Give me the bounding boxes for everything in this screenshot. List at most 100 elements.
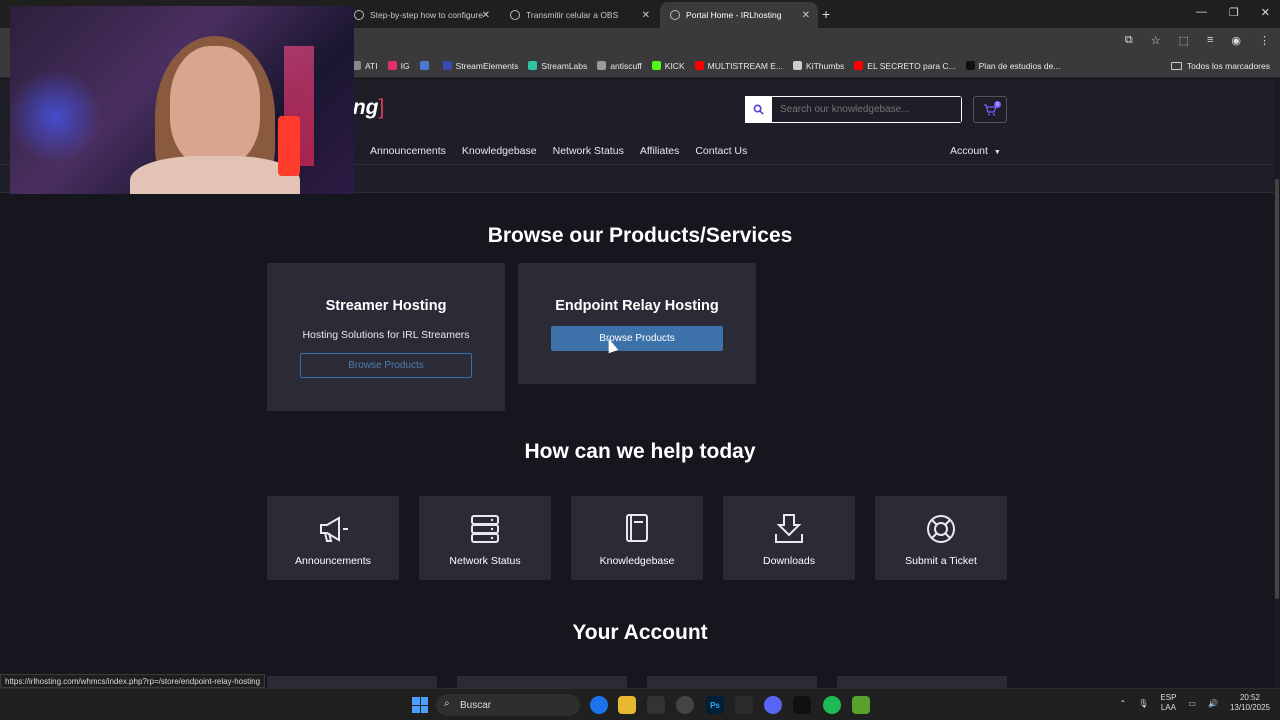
app-icon[interactable] bbox=[793, 696, 811, 714]
webcam-overlay bbox=[10, 6, 354, 194]
all-bookmarks[interactable]: Todos los marcadores bbox=[1170, 61, 1270, 71]
bookmark-favicon-icon bbox=[854, 61, 864, 70]
help-item-announcements[interactable]: Announcements bbox=[267, 496, 399, 580]
tab-label: Transmitir celular a OBS bbox=[526, 10, 619, 20]
bookmark-item[interactable]: Plan de estudios de... bbox=[965, 61, 1060, 71]
language-indicator[interactable]: ESP LAA bbox=[1160, 693, 1176, 713]
obs-icon[interactable] bbox=[676, 696, 694, 714]
bookmark-favicon-icon bbox=[965, 61, 975, 70]
help-item-label: Downloads bbox=[763, 555, 815, 567]
bookmark-item[interactable]: StreamElements bbox=[442, 60, 519, 71]
chevron-up-icon[interactable]: ⌃ bbox=[1120, 699, 1127, 708]
tab-favicon-icon bbox=[510, 10, 520, 20]
product-card-title: Streamer Hosting bbox=[325, 298, 447, 314]
app-icon[interactable] bbox=[647, 696, 665, 714]
search-input[interactable] bbox=[772, 97, 961, 122]
help-item-submit-ticket[interactable]: Submit a Ticket bbox=[875, 496, 1007, 580]
bookmark-star-icon[interactable]: ☆ bbox=[1151, 34, 1161, 47]
tab-label: Portal Home - IRLhosting bbox=[686, 10, 782, 20]
bookmark-item[interactable]: ATI bbox=[352, 61, 378, 71]
bookmark-favicon-icon bbox=[528, 61, 538, 70]
tab-close-icon[interactable]: ✕ bbox=[482, 10, 490, 21]
bookmark-item[interactable]: KICK bbox=[651, 60, 685, 71]
menu-icon[interactable]: ⋮ bbox=[1259, 34, 1270, 47]
taskbar-search-label: Buscar bbox=[460, 699, 492, 711]
server-icon bbox=[471, 515, 499, 543]
help-item-label: Knowledgebase bbox=[599, 555, 675, 567]
cart-button[interactable]: 0 bbox=[973, 96, 1007, 123]
browser-tab[interactable]: Transmitir celular a OBS ✕ bbox=[500, 2, 658, 28]
browser-tab-active[interactable]: Portal Home - IRLhosting ✕ bbox=[660, 2, 818, 28]
volume-icon[interactable]: 🔊 bbox=[1208, 699, 1218, 708]
page-scrollbar[interactable] bbox=[1274, 79, 1280, 688]
bookmark-item[interactable]: antiscuff bbox=[597, 61, 642, 71]
help-item-knowledgebase[interactable]: Knowledgebase bbox=[571, 496, 703, 580]
new-tab-icon[interactable]: + bbox=[822, 6, 830, 22]
capcut-icon[interactable] bbox=[735, 696, 753, 714]
product-card-streamer-hosting: Streamer Hosting Hosting Solutions for I… bbox=[267, 263, 505, 411]
microphone-icon[interactable]: 🎙 bbox=[1138, 699, 1148, 708]
bookmark-item[interactable] bbox=[419, 61, 433, 70]
windows-taskbar: ⌕ Buscar Ps ⌃ 🎙 ESP LAA ▭ 🔊 20:52 13/10/… bbox=[0, 688, 1280, 720]
help-item-label: Submit a Ticket bbox=[905, 555, 977, 567]
bookmark-item[interactable]: KiThumbs bbox=[793, 61, 844, 71]
clock[interactable]: 20:52 13/10/2025 bbox=[1230, 693, 1270, 713]
bookmark-label: StreamElements bbox=[455, 60, 519, 71]
microphone-icon bbox=[278, 116, 300, 176]
windows-start-icon[interactable] bbox=[412, 697, 428, 713]
close-window-icon[interactable]: ✕ bbox=[1261, 6, 1270, 19]
minecraft-icon[interactable] bbox=[852, 696, 870, 714]
tab-close-icon[interactable]: ✕ bbox=[802, 10, 810, 21]
system-tray: ⌃ 🎙 ESP LAA ▭ 🔊 20:52 13/10/2025 bbox=[1120, 693, 1270, 713]
photoshop-icon[interactable]: Ps bbox=[706, 696, 724, 714]
extensions-icon[interactable]: ⬚ bbox=[1179, 34, 1189, 47]
bookmark-label: MULTISTREAM E... bbox=[707, 60, 784, 71]
browse-products-button[interactable]: Browse Products bbox=[551, 326, 723, 351]
account-dropdown[interactable]: Account ▼ bbox=[950, 145, 1001, 157]
file-explorer-icon[interactable] bbox=[618, 696, 636, 714]
nav-contact-us[interactable]: Contact Us bbox=[695, 145, 747, 157]
tab-label: Step-by-step how to configure bbox=[370, 10, 483, 20]
restore-icon[interactable]: ❐ bbox=[1229, 6, 1239, 19]
bookmark-item[interactable]: IG bbox=[387, 60, 410, 71]
bookmark-favicon-icon bbox=[793, 61, 803, 70]
browser-tab[interactable]: Step-by-step how to configure ✕ bbox=[344, 2, 498, 28]
chrome-icon[interactable] bbox=[590, 696, 608, 714]
folder-icon bbox=[1170, 62, 1182, 70]
clock-time: 20:52 bbox=[1239, 693, 1260, 702]
taskbar-search[interactable]: ⌕ Buscar bbox=[436, 694, 580, 716]
minimize-icon[interactable]: — bbox=[1196, 6, 1207, 19]
bookmark-label: KICK bbox=[664, 60, 685, 71]
help-item-label: Network Status bbox=[449, 555, 521, 567]
bookmark-favicon-icon bbox=[597, 61, 607, 70]
product-card-title: Endpoint Relay Hosting bbox=[555, 298, 719, 314]
media-icon[interactable]: ≡ bbox=[1207, 34, 1213, 47]
bookmark-item[interactable]: MULTISTREAM E... bbox=[694, 60, 784, 71]
bookmark-item[interactable]: StreamLabs bbox=[528, 61, 587, 71]
window-controls: — ❐ ✕ bbox=[1196, 6, 1270, 19]
bookmark-favicon-icon bbox=[694, 61, 704, 70]
bookmark-label: ATI bbox=[365, 60, 378, 71]
bookmark-favicon-icon bbox=[419, 61, 429, 70]
lifebuoy-icon bbox=[927, 515, 955, 543]
lang-top: ESP bbox=[1160, 693, 1177, 702]
nav-knowledgebase[interactable]: Knowledgebase bbox=[462, 145, 537, 157]
help-item-network-status[interactable]: Network Status bbox=[419, 496, 551, 580]
tab-close-icon[interactable]: ✕ bbox=[642, 10, 650, 21]
help-item-downloads[interactable]: Downloads bbox=[723, 496, 855, 580]
discord-icon[interactable] bbox=[764, 696, 782, 714]
scrollbar-thumb[interactable] bbox=[1275, 179, 1279, 599]
browse-products-button[interactable]: Browse Products bbox=[300, 353, 472, 378]
nav-announcements[interactable]: Announcements bbox=[370, 145, 446, 157]
nav-network-status[interactable]: Network Status bbox=[553, 145, 624, 157]
spotify-icon[interactable] bbox=[823, 696, 841, 714]
display-icon[interactable]: ▭ bbox=[1188, 699, 1196, 708]
bookmark-label: StreamLabs bbox=[541, 60, 588, 71]
profile-icon[interactable]: ◉ bbox=[1231, 34, 1241, 47]
search-icon[interactable] bbox=[745, 96, 771, 123]
product-card-desc: Hosting Solutions for IRL Streamers bbox=[302, 329, 470, 341]
bookmark-item[interactable]: EL SECRETO para C... bbox=[854, 61, 956, 71]
bookmark-label: IG bbox=[400, 60, 410, 71]
translate-icon[interactable]: ⧉ bbox=[1125, 34, 1133, 47]
nav-affiliates[interactable]: Affiliates bbox=[640, 145, 680, 157]
